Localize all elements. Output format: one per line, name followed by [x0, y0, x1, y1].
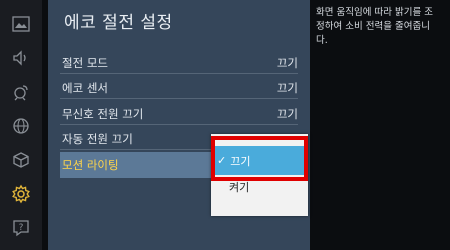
divider — [60, 98, 298, 99]
divider — [60, 73, 298, 74]
menu-item-label: 에코 센서 — [62, 81, 108, 95]
svg-text:?: ? — [19, 223, 24, 233]
broadcast-icon[interactable] — [9, 80, 33, 104]
menu-item-power-saving[interactable]: 절전 모드 끄기 — [60, 52, 298, 74]
menu-item-label: 자동 전원 끄기 — [62, 132, 133, 146]
divider — [60, 124, 298, 125]
gear-icon[interactable] — [9, 182, 33, 206]
highlight-box — [211, 136, 308, 181]
menu-item-value: 끄기 — [276, 56, 298, 70]
cube-icon[interactable] — [9, 148, 33, 172]
menu-item-no-signal-power-off[interactable]: 무신호 전원 끄기 끄기 — [60, 103, 298, 125]
menu-item-label: 무신호 전원 끄기 — [62, 107, 144, 121]
menu-item-value: 끄기 — [276, 81, 298, 95]
menu-item-label: 절전 모드 — [62, 56, 108, 70]
page-title: 에코 절전 설정 — [64, 13, 173, 33]
help-description: 화면 움직임에 따라 밝기를 조정하여 소비 전력을 줄여줍니다. — [316, 7, 433, 46]
option-label: 켜기 — [229, 181, 250, 194]
support-icon[interactable]: ? — [9, 216, 33, 240]
sound-icon[interactable] — [9, 46, 33, 70]
network-icon[interactable] — [9, 114, 33, 138]
menu-item-value: 끄기 — [276, 107, 298, 121]
picture-icon[interactable] — [9, 12, 33, 36]
menu-item-eco-sensor[interactable]: 에코 센서 끄기 — [60, 77, 298, 99]
menu-item-label: 모션 라이팅 — [62, 158, 119, 172]
left-rail: ? — [0, 0, 42, 250]
